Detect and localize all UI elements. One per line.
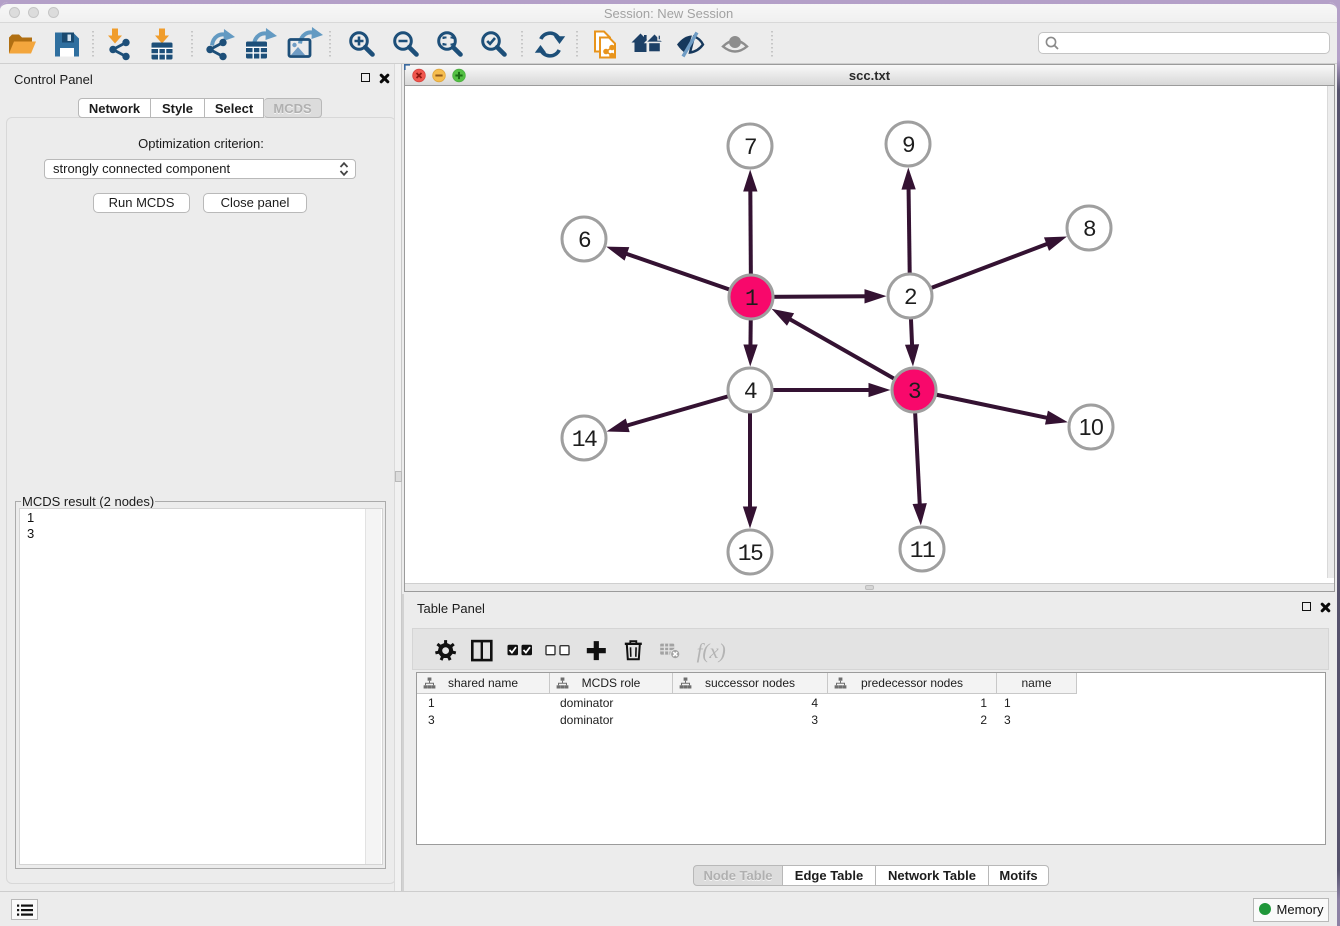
svg-text:4: 4 bbox=[744, 379, 757, 405]
svg-text:14: 14 bbox=[572, 427, 597, 453]
svg-text:f(x): f(x) bbox=[697, 639, 726, 663]
svg-text:2: 2 bbox=[904, 285, 917, 311]
svg-text:15: 15 bbox=[738, 541, 763, 567]
svg-text:11: 11 bbox=[910, 538, 935, 564]
svg-text:8: 8 bbox=[1083, 217, 1096, 243]
svg-text:10: 10 bbox=[1079, 414, 1104, 440]
svg-text:9: 9 bbox=[902, 133, 915, 159]
svg-text:1: 1 bbox=[745, 286, 758, 312]
svg-text:3: 3 bbox=[908, 379, 921, 405]
svg-text:7: 7 bbox=[744, 135, 756, 161]
svg-text:6: 6 bbox=[578, 228, 591, 254]
